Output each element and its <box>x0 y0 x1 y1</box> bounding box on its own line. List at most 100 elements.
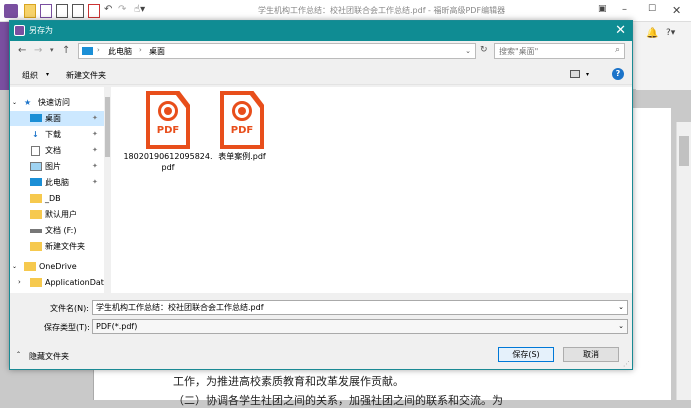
nav-item-db[interactable]: _DB <box>10 191 104 206</box>
expand-icon[interactable]: ⌄ <box>12 95 17 110</box>
file-name: 表单案例.pdf <box>218 152 266 161</box>
breadcrumb-item[interactable]: 桌面 <box>149 46 165 57</box>
nav-item-default-user[interactable]: 默认用户 <box>10 207 104 222</box>
filename-label: 文件名(N): <box>50 304 89 313</box>
organize-dropdown-icon: ▾ <box>46 71 50 78</box>
app-logo-icon <box>4 4 18 18</box>
back-icon[interactable]: ← <box>18 45 26 56</box>
redo-icon[interactable]: ↷ <box>118 4 130 18</box>
organize-button[interactable]: 组织 <box>22 70 38 81</box>
nav-item-label: 桌面 <box>45 114 61 123</box>
nav-item-this-pc[interactable]: 此电脑 ✦ <box>10 175 104 190</box>
new-icon[interactable] <box>88 4 100 18</box>
cancel-button[interactable]: 取消 <box>563 347 619 362</box>
folder-icon <box>30 194 42 203</box>
filetype-value: PDF(*.pdf) <box>96 322 138 331</box>
folder-icon <box>30 278 42 287</box>
address-dropdown-icon[interactable]: ⌄ <box>465 47 471 55</box>
window-menu-icon[interactable]: ▣ <box>598 4 608 18</box>
app-title: 学生机构工作总结：校社团联合会工作总结.pdf - 福昕高级PDF编辑器 <box>258 6 506 15</box>
hand-tool-icon[interactable]: ☝▾ <box>134 4 154 18</box>
nav-item-label: 默认用户 <box>45 210 77 219</box>
view-dropdown-icon[interactable]: ▾ <box>586 71 589 78</box>
nav-item-documents[interactable]: 文档 ✦ <box>10 143 104 158</box>
app-titlebar: ↶ ↷ ☝▾ 学生机构工作总结：校社团联合会工作总结.pdf - 福昕高级PDF… <box>0 0 691 22</box>
nav-item-pictures[interactable]: 图片 ✦ <box>10 159 104 174</box>
address-bar[interactable]: › 此电脑 › 桌面 ⌄ <box>78 43 476 59</box>
up-icon[interactable]: ↑ <box>62 45 70 56</box>
folder-icon <box>30 242 42 251</box>
nav-item-quick-access[interactable]: ⌄ ★ 快速访问 <box>10 95 104 110</box>
print-icon[interactable] <box>56 4 68 18</box>
pin-icon: ✦ <box>92 178 98 186</box>
navigation-pane: ⌄ ★ 快速访问 桌面 ✦ ↓ 下载 ✦ 文档 ✦ 图片 ✦ 此电脑 ✦ _DB… <box>10 87 110 293</box>
nav-item-drive-f[interactable]: 文档 (F:) <box>10 223 104 238</box>
help-icon[interactable]: ? <box>612 68 624 80</box>
document-line: （二）协调各学生社团之间的关系，加强社团之间的联系和交流。为 <box>173 394 503 407</box>
filetype-select[interactable]: PDF(*.pdf) ⌄ <box>92 319 628 334</box>
filename-value: 学生机构工作总结：校社团联合会工作总结.pdf <box>96 303 264 312</box>
help-menu-icon[interactable]: ?▾ <box>666 28 675 38</box>
document-icon <box>31 146 40 156</box>
open-folder-icon[interactable] <box>24 4 36 18</box>
dialog-toolbar: 组织 ▾ 新建文件夹 ▾ ? <box>10 65 632 85</box>
expand-icon[interactable]: ⌄ <box>12 259 17 274</box>
star-icon: ★ <box>24 98 32 107</box>
new-folder-button[interactable]: 新建文件夹 <box>66 70 106 81</box>
collapse-icon[interactable]: › <box>18 275 21 290</box>
recent-locations-icon[interactable]: ▾ <box>50 46 54 54</box>
filename-input[interactable]: 学生机构工作总结：校社团联合会工作总结.pdf ⌄ <box>92 300 628 315</box>
document-scrollbar-thumb[interactable] <box>679 136 689 166</box>
bell-icon[interactable]: 🔔 <box>646 28 658 39</box>
folder-icon <box>24 262 36 271</box>
computer-icon <box>30 178 42 186</box>
nav-item-label: 图片 <box>45 162 61 171</box>
resize-grip-icon[interactable]: ⋰ <box>623 360 630 368</box>
nav-item-new-folder[interactable]: 新建文件夹 <box>10 239 104 254</box>
breadcrumb-separator-icon: › <box>97 46 100 54</box>
nav-item-desktop[interactable]: 桌面 ✦ <box>10 111 104 126</box>
dialog-title: 另存为 <box>29 26 53 35</box>
computer-icon <box>82 47 93 55</box>
chevron-down-icon[interactable]: ⌄ <box>618 320 624 333</box>
hide-folders-icon[interactable]: ⌃ <box>16 351 21 358</box>
save-as-dialog: 另存为 ✕ ← → ▾ ↑ › 此电脑 › 桌面 ⌄ ↻ 搜索"桌面" ⌕ 组织… <box>9 20 633 370</box>
document-scrollbar[interactable] <box>676 122 691 400</box>
minimize-icon[interactable]: – <box>622 4 632 18</box>
nav-item-label: ApplicationDat <box>45 278 104 287</box>
breadcrumb-item[interactable]: 此电脑 <box>108 46 132 57</box>
folder-icon <box>30 210 42 219</box>
desktop-icon <box>30 114 42 122</box>
nav-item-onedrive[interactable]: ⌄ OneDrive <box>10 259 104 274</box>
dialog-titlebar: 另存为 ✕ <box>10 21 632 41</box>
nav-item-label: 文档 (F:) <box>45 226 77 235</box>
forward-icon[interactable]: → <box>34 45 42 56</box>
nav-item-label: 下载 <box>45 130 61 139</box>
pdf-file-icon: PDF <box>220 91 264 151</box>
close-app-icon[interactable]: ✕ <box>672 4 682 18</box>
maximize-icon[interactable]: ☐ <box>648 4 658 18</box>
undo-icon[interactable]: ↶ <box>104 4 116 18</box>
save-button[interactable]: 保存(S) <box>498 347 554 362</box>
dialog-app-icon <box>14 25 25 36</box>
search-input[interactable]: 搜索"桌面" ⌕ <box>494 43 625 59</box>
dialog-close-icon[interactable]: ✕ <box>615 23 626 38</box>
email-icon[interactable] <box>72 4 84 18</box>
nav-item-label: 此电脑 <box>45 178 69 187</box>
chevron-down-icon[interactable]: ⌄ <box>618 301 624 314</box>
file-item[interactable]: PDF 表单案例.pdf <box>197 91 287 162</box>
breadcrumb-separator-icon: › <box>139 46 142 54</box>
pin-icon: ✦ <box>92 146 98 154</box>
nav-item-downloads[interactable]: ↓ 下载 ✦ <box>10 127 104 142</box>
hide-folders-button[interactable]: 隐藏文件夹 <box>29 351 69 362</box>
refresh-icon[interactable]: ↻ <box>480 45 488 55</box>
nav-item-label: 快速访问 <box>38 98 70 107</box>
drive-icon <box>30 229 42 233</box>
search-icon: ⌕ <box>614 45 620 55</box>
nav-item-label: 文档 <box>45 146 61 155</box>
search-placeholder: 搜索"桌面" <box>499 47 539 56</box>
nav-item-applicationdata[interactable]: › ApplicationDat <box>10 275 104 290</box>
save-icon[interactable] <box>40 4 52 18</box>
view-options-icon[interactable] <box>570 70 580 78</box>
file-list: PDF 18020190612095824.pdf PDF 表单案例.pdf <box>110 87 632 293</box>
